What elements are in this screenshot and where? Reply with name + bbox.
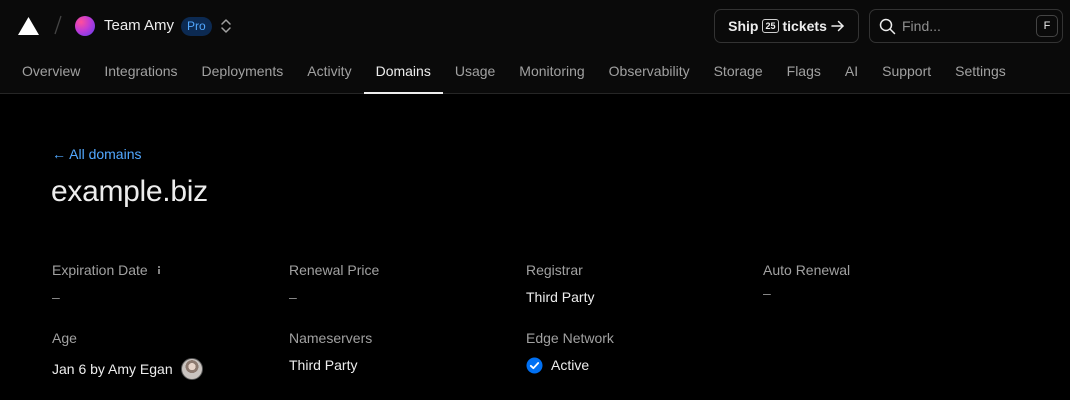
renewal-price-label: Renewal Price <box>289 262 380 278</box>
nameservers-value: Third Party <box>289 357 358 373</box>
edge-network-label: Edge Network <box>526 330 614 346</box>
search-box: F <box>869 9 1063 43</box>
page-title: example.biz <box>51 175 208 208</box>
tab-integrations[interactable]: Integrations <box>92 52 189 94</box>
tab-flags[interactable]: Flags <box>775 52 833 94</box>
check-circle-icon <box>526 357 543 373</box>
search-shortcut-key: F <box>1036 15 1058 37</box>
ticket-count: 25 <box>762 19 779 33</box>
header-row: Team Amy Pro Ship 25 tickets F <box>0 0 1070 52</box>
renewal-price-field: Renewal Price – <box>289 261 519 306</box>
tab-activity[interactable]: Activity <box>295 52 363 94</box>
tab-domains[interactable]: Domains <box>363 52 444 94</box>
age-label: Age <box>52 330 77 346</box>
top-bar: Team Amy Pro Ship 25 tickets F OverviewI… <box>0 0 1070 94</box>
tab-settings[interactable]: Settings <box>943 52 1018 94</box>
arrow-right-icon <box>831 20 844 32</box>
nav-tabs: Overview Integrations Deployments Activity D… <box>10 52 1018 94</box>
auto-renewal-label: Auto Renewal <box>763 262 851 278</box>
expiration-date-label: Expiration Date <box>52 262 148 278</box>
info-icon[interactable] <box>154 265 164 275</box>
tab-usage[interactable]: Usage <box>443 52 507 94</box>
nameservers-field: Nameservers Third Party <box>289 329 519 374</box>
search-input[interactable] <box>902 16 1032 36</box>
all-domains-link[interactable]: ← All domains <box>52 146 141 162</box>
ship-label: Ship <box>728 18 759 34</box>
team-name[interactable]: Team Amy <box>104 17 174 35</box>
expiration-date-value: – <box>52 289 60 305</box>
tab-deployments[interactable]: Deployments <box>190 52 296 94</box>
age-field: Age Jan 6 by Amy Egan <box>52 329 282 380</box>
tab-support[interactable]: Support <box>870 52 943 94</box>
auto-renewal-value: – <box>763 285 771 301</box>
triangle-logo-icon[interactable] <box>18 17 39 35</box>
registrar-value: Third Party <box>526 289 595 305</box>
nameservers-label: Nameservers <box>289 330 373 346</box>
auto-renewal-field: Auto Renewal – <box>763 261 993 302</box>
tickets-label: tickets <box>782 18 827 34</box>
chevron-up-down-icon[interactable] <box>219 18 233 34</box>
breadcrumb-separator-icon <box>54 15 62 35</box>
tab-observability[interactable]: Observability <box>597 52 702 94</box>
registrar-field: Registrar Third Party <box>526 261 756 306</box>
tab-ai[interactable]: AI <box>833 52 870 94</box>
user-avatar[interactable] <box>180 358 203 380</box>
edge-network-value: Active <box>551 357 590 373</box>
renewal-price-value: – <box>289 289 297 305</box>
edge-network-field: Edge Network Active <box>526 329 756 374</box>
team-avatar[interactable] <box>75 16 95 36</box>
ship-tickets-button[interactable]: Ship 25 tickets <box>714 9 859 43</box>
plan-badge: Pro <box>181 17 212 36</box>
search-icon <box>879 18 896 35</box>
registrar-label: Registrar <box>526 262 583 278</box>
tab-overview[interactable]: Overview <box>10 52 92 94</box>
expiration-date-field: Expiration Date – <box>52 261 282 306</box>
tab-storage[interactable]: Storage <box>702 52 775 94</box>
tab-monitoring[interactable]: Monitoring <box>507 52 596 94</box>
age-value: Jan 6 by Amy Egan <box>52 361 173 377</box>
